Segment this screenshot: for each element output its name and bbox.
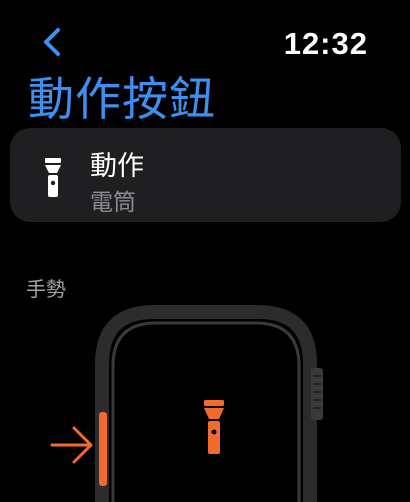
flashlight-icon bbox=[204, 400, 224, 454]
action-label: 動作 bbox=[90, 151, 144, 182]
back-button[interactable] bbox=[36, 24, 76, 64]
page-title: 動作按鈕 bbox=[28, 72, 216, 126]
side-button bbox=[311, 368, 323, 420]
flashlight-icon bbox=[45, 158, 61, 197]
watch-case bbox=[95, 305, 317, 502]
arrow-right-icon bbox=[50, 426, 93, 464]
watch-illustration bbox=[50, 305, 323, 502]
gesture-section-label: 手勢 bbox=[26, 277, 66, 301]
action-setting-row[interactable]: 動作 電筒 bbox=[10, 128, 401, 222]
status-time: 12:32 bbox=[283, 26, 368, 61]
action-value: 電筒 bbox=[90, 190, 136, 216]
chevron-left-icon bbox=[44, 28, 60, 56]
action-button bbox=[99, 412, 107, 486]
